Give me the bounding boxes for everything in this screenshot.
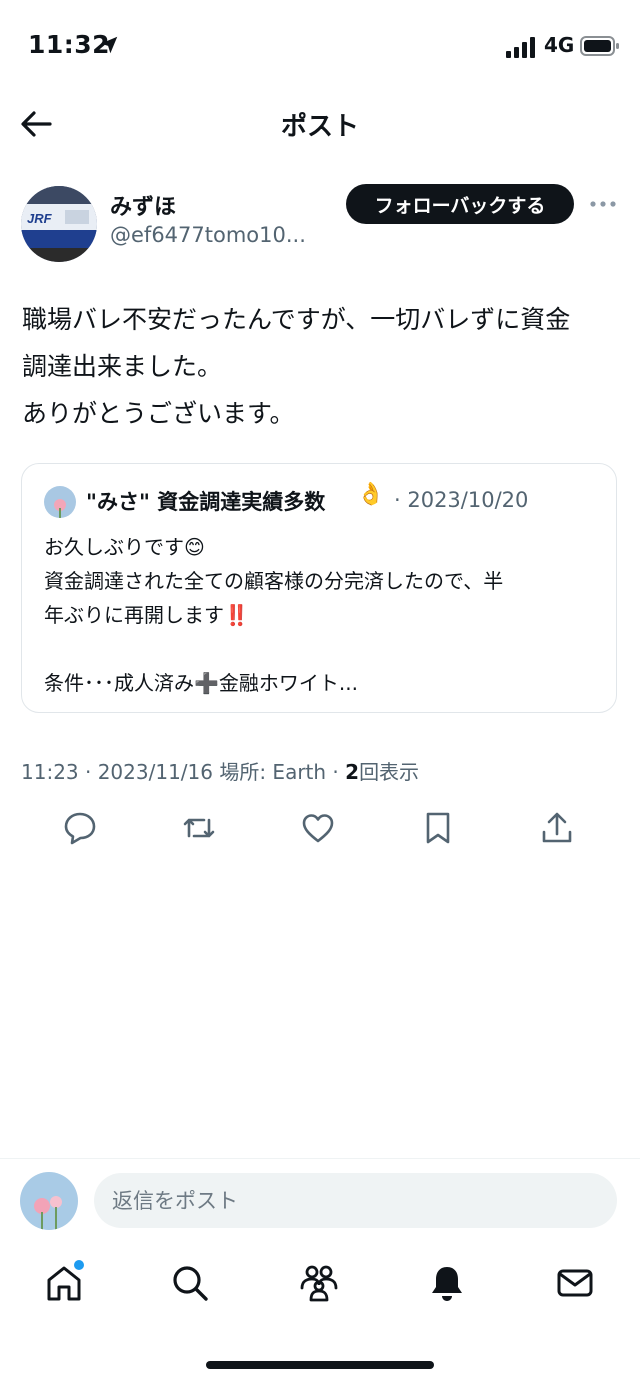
repost-icon[interactable] [181,810,217,846]
follow-back-button[interactable]: フォローバックする [346,184,574,224]
notifications-icon[interactable] [427,1263,467,1303]
page-title: ポスト [280,112,359,142]
location-arrow-icon [100,36,118,54]
post-detail-screen: 11:32 4G ポスト JRF みずほ @ef6477tomo10... フォ… [0,0,640,1385]
view-count-label: 回表示 [359,760,420,784]
author-handle[interactable]: @ef6477tomo10... [110,223,306,247]
home-unread-dot [72,1258,86,1272]
post-line: 職場バレ不安だったんですが、一切バレずに資金 [22,305,571,334]
post-text: 職場バレ不安だったんですが、一切バレずに資金 調達出来ました。 ありがとうござい… [22,296,622,437]
reply-input[interactable] [94,1173,617,1228]
ok-hand-emoji: 👌 [357,482,385,507]
cellular-signal-icon [506,37,535,58]
post-line: ありがとうございます。 [22,399,295,428]
messages-icon[interactable] [555,1263,595,1303]
network-type: 4G [544,33,575,57]
more-options-icon[interactable] [588,194,618,214]
quoted-author-avatar [44,486,76,518]
avatar-logo-text: JRF [27,211,53,226]
post-line: 調達出来ました。 [22,352,223,381]
quoted-line: 条件･･･成人済み➕金融ホワイト... [44,671,358,695]
home-indicator [206,1361,434,1369]
quoted-post-date: · 2023/10/20 [394,488,529,512]
train-image: JRF [21,186,97,262]
current-user-avatar[interactable] [20,1172,78,1230]
communities-icon[interactable] [299,1263,339,1303]
reply-icon[interactable] [62,810,98,846]
author-name[interactable]: みずほ [110,189,176,221]
share-icon[interactable] [539,810,575,846]
like-icon[interactable] [300,810,336,846]
quoted-line-blank [44,632,604,666]
author-avatar[interactable]: JRF [21,186,97,262]
view-count: 2 [345,760,360,784]
status-bar: 11:32 4G [0,0,640,92]
quoted-author-name: "みさ" 資金調達実績多数 [86,490,326,514]
quoted-line: お久しぶりです😊 [44,535,205,559]
quoted-line: 資金調達された全ての顧客様の分完済したので、半 [44,569,504,593]
quoted-post-card[interactable]: "みさ" 資金調達実績多数 👌 · 2023/10/20 お久しぶりです😊 資金… [21,463,617,713]
post-timestamp-location: 11:23 · 2023/11/16 場所: Earth · [21,760,346,784]
battery-icon [580,36,619,56]
quoted-line: 年ぶりに再開します‼️ [44,603,249,627]
post-meta: 11:23 · 2023/11/16 場所: Earth · 2回表示 [21,756,419,785]
search-icon[interactable] [170,1263,210,1303]
quoted-post-text: お久しぶりです😊 資金調達された全ての顧客様の分完済したので、半 年ぶりに再開し… [44,530,604,700]
bookmark-icon[interactable] [420,810,456,846]
